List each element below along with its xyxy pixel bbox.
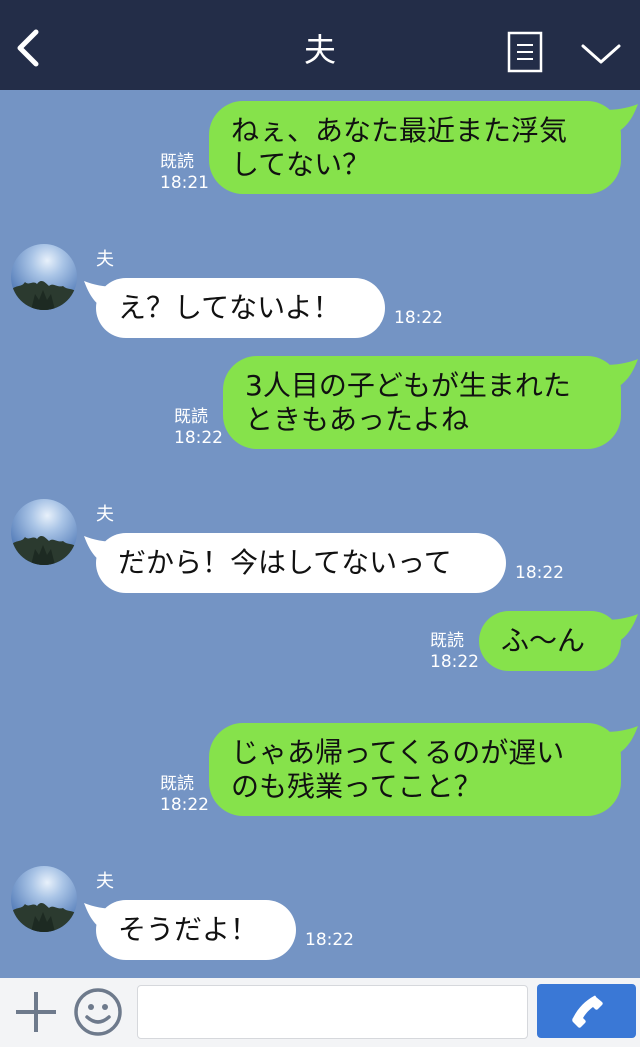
message-input[interactable]	[137, 985, 528, 1039]
message-line: 3人目の子どもが生まれた	[245, 369, 571, 402]
message-bubble[interactable]: ねぇ、あなた最近また浮気 してない？	[209, 101, 621, 194]
message-line: ときもあったよね	[245, 403, 470, 436]
message-line: してない？	[231, 148, 371, 181]
chevron-down-icon[interactable]	[580, 40, 622, 68]
timestamp: 18:22	[305, 930, 354, 950]
read-receipt: 既読 18:22	[174, 407, 223, 449]
message-bubble[interactable]: ふ〜ん	[479, 611, 621, 671]
bubble-tail	[604, 104, 638, 132]
read-receipt: 既読 18:22	[160, 774, 209, 816]
read-receipt: 既読 18:21	[160, 152, 209, 194]
message-line: ねぇ、あなた最近また浮気	[231, 114, 568, 147]
message-line: そうだよ！	[118, 913, 259, 946]
read-label: 既読	[160, 152, 194, 172]
sender-name: 夫	[96, 871, 114, 892]
avatar-image	[11, 499, 77, 565]
read-label: 既読	[430, 631, 464, 651]
timestamp: 18:21	[160, 173, 209, 193]
message-line: のも残業ってこと？	[231, 770, 482, 803]
chat-title: 夫	[303, 31, 336, 69]
call-button[interactable]	[537, 984, 636, 1038]
message-bubble[interactable]: じゃあ帰ってくるのが遅い のも残業ってこと？	[209, 723, 621, 816]
timestamp: 18:22	[515, 563, 564, 583]
message-line: え？してないよ！	[118, 291, 341, 324]
bubble-tail	[604, 726, 638, 754]
sender-name: 夫	[96, 504, 114, 525]
avatar[interactable]	[11, 244, 77, 310]
bubble-tail	[604, 614, 638, 642]
message-bubble[interactable]: 3人目の子どもが生まれた ときもあったよね	[223, 356, 621, 449]
message-bubble[interactable]: だから！今はしてないって	[96, 533, 506, 593]
message-bubble[interactable]: え？してないよ！	[96, 278, 385, 338]
phone-icon	[572, 995, 603, 1028]
read-label: 既読	[174, 407, 208, 427]
read-label: 既読	[160, 774, 194, 794]
bubble-tail	[604, 359, 638, 387]
message-line: ふ〜ん	[501, 624, 586, 657]
chat-header: 夫	[0, 0, 640, 90]
message-line: じゃあ帰ってくるのが遅い	[231, 736, 565, 769]
avatar-image	[11, 866, 77, 932]
timestamp: 18:22	[174, 428, 223, 448]
avatar-image	[11, 244, 77, 310]
list-icon[interactable]	[507, 31, 543, 73]
read-receipt: 既読 18:22	[430, 631, 479, 673]
message-line: だから！今はしてないって	[118, 546, 452, 579]
sender-name: 夫	[96, 249, 114, 270]
timestamp: 18:22	[394, 308, 443, 328]
avatar[interactable]	[11, 499, 77, 565]
timestamp: 18:22	[160, 795, 209, 815]
message-bubble[interactable]: そうだよ！	[96, 900, 296, 960]
plus-icon[interactable]	[14, 990, 58, 1034]
smiley-icon[interactable]	[73, 987, 123, 1037]
avatar[interactable]	[11, 866, 77, 932]
message-list[interactable]: 既読 18:21 ねぇ、あなた最近また浮気 してない？ 夫 え？してないよ！ 1…	[0, 90, 640, 978]
timestamp: 18:22	[430, 652, 479, 672]
